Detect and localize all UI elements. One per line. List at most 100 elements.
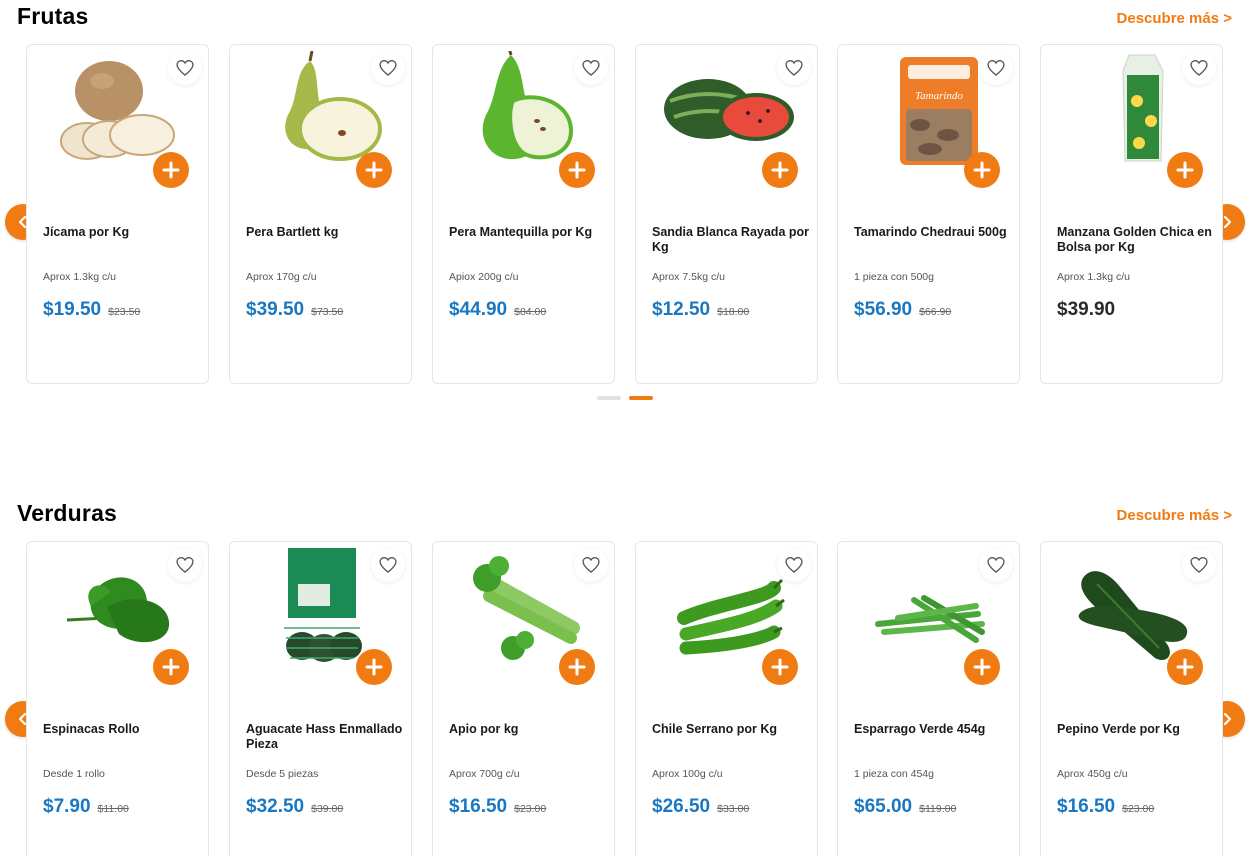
favorite-button[interactable] (777, 51, 811, 85)
product-name[interactable]: Apio por kg (449, 722, 609, 737)
product-name[interactable]: Aguacate Hass Enmallado Pieza (246, 722, 406, 752)
product-description: Aprox 170g c/u (246, 271, 317, 283)
heart-icon (987, 59, 1005, 76)
price-row: $56.90 $66.90 (854, 299, 951, 321)
section-title-verduras: Verduras (17, 500, 118, 526)
product-old-price: $18.00 (717, 306, 750, 318)
favorite-button[interactable] (371, 51, 405, 85)
plus-icon (973, 658, 991, 676)
price-row: $19.50 $23.50 (43, 299, 140, 321)
product-card[interactable]: Apio por kg Aprox 700g c/u $16.50 $23.00 (432, 541, 615, 856)
product-card[interactable]: Jícama por Kg Aprox 1.3kg c/u $19.50 $23… (26, 44, 209, 384)
product-old-price: $66.90 (919, 306, 952, 318)
favorite-button[interactable] (979, 548, 1013, 582)
product-card[interactable]: Pepino Verde por Kg Aprox 450g c/u $16.5… (1040, 541, 1223, 856)
product-old-price: $84.00 (514, 306, 547, 318)
add-to-cart-button[interactable] (964, 649, 1000, 685)
product-old-price: $23.00 (514, 803, 547, 815)
product-price: $26.50 (652, 796, 711, 817)
product-price: $16.50 (449, 796, 508, 817)
favorite-button[interactable] (168, 51, 202, 85)
favorite-button[interactable] (574, 51, 608, 85)
product-price: $44.90 (449, 299, 508, 320)
product-name[interactable]: Sandia Blanca Rayada por Kg (652, 225, 812, 255)
product-name[interactable]: Pera Mantequilla por Kg (449, 225, 609, 240)
product-name[interactable]: Esparrago Verde 454g (854, 722, 1014, 737)
add-to-cart-button[interactable] (1167, 152, 1203, 188)
price-row: $12.50 $18.00 (652, 299, 749, 321)
product-description: 1 pieza con 500g (854, 271, 934, 283)
plus-icon (1176, 161, 1194, 179)
product-price: $39.50 (246, 299, 305, 320)
product-card[interactable]: Pera Mantequilla por Kg Apiox 200g c/u $… (432, 44, 615, 384)
product-price: $39.90 (1057, 299, 1116, 320)
favorite-button[interactable] (574, 548, 608, 582)
favorite-button[interactable] (979, 51, 1013, 85)
add-to-cart-button[interactable] (153, 152, 189, 188)
product-old-price: $23.50 (108, 306, 141, 318)
favorite-button[interactable] (1182, 548, 1216, 582)
price-row: $16.50 $23.00 (449, 796, 546, 818)
favorite-button[interactable] (371, 548, 405, 582)
add-to-cart-button[interactable] (762, 649, 798, 685)
plus-icon (162, 658, 180, 676)
product-card[interactable]: Tamarindo Tamarindo Chedraui 500g 1 piez… (837, 44, 1020, 384)
favorite-button[interactable] (1182, 51, 1216, 85)
svg-text:Tamarindo: Tamarindo (915, 90, 963, 102)
product-card[interactable]: Sandia Blanca Rayada por Kg Aprox 7.5kg … (635, 44, 818, 384)
price-row: $65.00 $119.00 (854, 796, 956, 818)
product-description: Aprox 450g c/u (1057, 768, 1128, 780)
product-name[interactable]: Chile Serrano por Kg (652, 722, 812, 737)
product-name[interactable]: Espinacas Rollo (43, 722, 203, 737)
add-to-cart-button[interactable] (762, 152, 798, 188)
product-price: $32.50 (246, 796, 305, 817)
plus-icon (568, 161, 586, 179)
plus-icon (1176, 658, 1194, 676)
heart-icon (379, 556, 397, 573)
add-to-cart-button[interactable] (153, 649, 189, 685)
product-name[interactable]: Jícama por Kg (43, 225, 203, 240)
heart-icon (785, 556, 803, 573)
add-to-cart-button[interactable] (1167, 649, 1203, 685)
price-row: $26.50 $33.00 (652, 796, 749, 818)
product-card[interactable]: Chile Serrano por Kg Aprox 100g c/u $26.… (635, 541, 818, 856)
heart-icon (987, 556, 1005, 573)
product-card[interactable]: Esparrago Verde 454g 1 pieza con 454g $6… (837, 541, 1020, 856)
heart-icon (582, 556, 600, 573)
product-name[interactable]: Manzana Golden Chica en Bolsa por Kg (1057, 225, 1217, 255)
add-to-cart-button[interactable] (964, 152, 1000, 188)
price-row: $7.90 $11.00 (43, 796, 129, 818)
plus-icon (771, 658, 789, 676)
product-card[interactable]: Aguacate Hass Enmallado Pieza Desde 5 pi… (229, 541, 412, 856)
discover-more-link[interactable]: Descubre más > (1117, 507, 1232, 524)
product-old-price: $11.00 (97, 803, 129, 815)
product-old-price: $39.00 (311, 803, 344, 815)
product-description: Aprox 1.3kg c/u (43, 271, 116, 283)
product-card[interactable]: Pera Bartlett kg Aprox 170g c/u $39.50 $… (229, 44, 412, 384)
product-name[interactable]: Pepino Verde por Kg (1057, 722, 1217, 737)
add-to-cart-button[interactable] (559, 649, 595, 685)
favorite-button[interactable] (777, 548, 811, 582)
product-description: Apiox 200g c/u (449, 271, 519, 283)
product-name[interactable]: Tamarindo Chedraui 500g (854, 225, 1014, 240)
add-to-cart-button[interactable] (559, 152, 595, 188)
favorite-button[interactable] (168, 548, 202, 582)
product-description: Desde 1 rollo (43, 768, 105, 780)
product-old-price: $119.00 (919, 803, 957, 815)
price-row: $16.50 $23.00 (1057, 796, 1154, 818)
product-price: $56.90 (854, 299, 913, 320)
add-to-cart-button[interactable] (356, 152, 392, 188)
product-card[interactable]: Manzana Golden Chica en Bolsa por Kg Apr… (1040, 44, 1223, 384)
heart-icon (176, 59, 194, 76)
price-row: $32.50 $39.00 (246, 796, 343, 818)
price-row: $39.90 (1057, 299, 1115, 321)
product-price: $7.90 (43, 796, 91, 817)
add-to-cart-button[interactable] (356, 649, 392, 685)
product-description: Aprox 700g c/u (449, 768, 520, 780)
heart-icon (379, 59, 397, 76)
product-description: Aprox 7.5kg c/u (652, 271, 725, 283)
product-price: $19.50 (43, 299, 102, 320)
heart-icon (785, 59, 803, 76)
product-name[interactable]: Pera Bartlett kg (246, 225, 406, 240)
product-card[interactable]: Espinacas Rollo Desde 1 rollo $7.90 $11.… (26, 541, 209, 856)
